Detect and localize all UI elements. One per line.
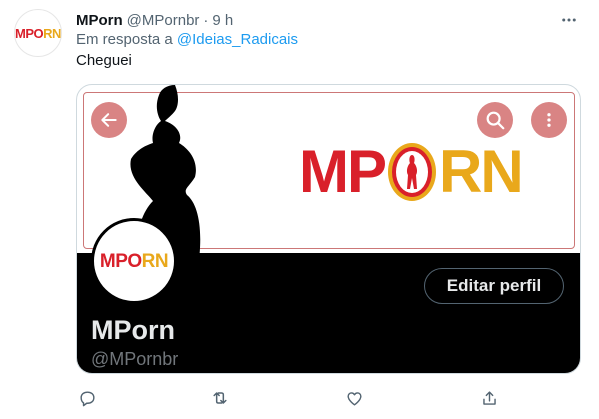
medallion-icon [388, 143, 436, 201]
search-icon[interactable] [477, 102, 513, 138]
edit-profile-button: Editar perfil [424, 268, 564, 304]
profile-name: MPorn [91, 315, 175, 345]
profile-avatar: MPORN [91, 218, 177, 304]
banner-logo: MP RN [299, 138, 524, 205]
reply-context: Em resposta a @Ideias_Radicais [76, 31, 298, 48]
avatar-logo: MPORN [15, 25, 61, 41]
share-icon[interactable] [478, 387, 500, 409]
user-handle[interactable]: @MPornbr [127, 12, 200, 29]
profile-handle: @MPornbr [91, 349, 179, 369]
tweet-actions [76, 387, 506, 409]
author-avatar[interactable]: MPORN [14, 9, 62, 57]
separator-dot: · [203, 11, 209, 29]
more-vertical-icon[interactable] [531, 102, 567, 138]
more-horizontal-icon[interactable] [559, 10, 579, 30]
like-icon[interactable] [343, 387, 365, 409]
tweet-time[interactable]: 9 h [212, 12, 233, 29]
media-image[interactable]: MP RN MPORN Editar perfil MPorn @MPornbr [76, 84, 581, 374]
reply-icon[interactable] [76, 387, 98, 409]
display-name[interactable]: MPorn [76, 12, 123, 29]
profile-avatar-logo: MPORN [99, 250, 169, 272]
retweet-icon[interactable] [209, 387, 231, 409]
back-arrow-icon[interactable] [91, 102, 127, 138]
tweet-text: Cheguei [76, 52, 132, 69]
tweet-header: MPorn @MPornbr · 9 h [76, 10, 579, 30]
reply-mention-link[interactable]: @Ideias_Radicais [177, 31, 298, 48]
reply-prefix: Em resposta a [76, 31, 173, 48]
